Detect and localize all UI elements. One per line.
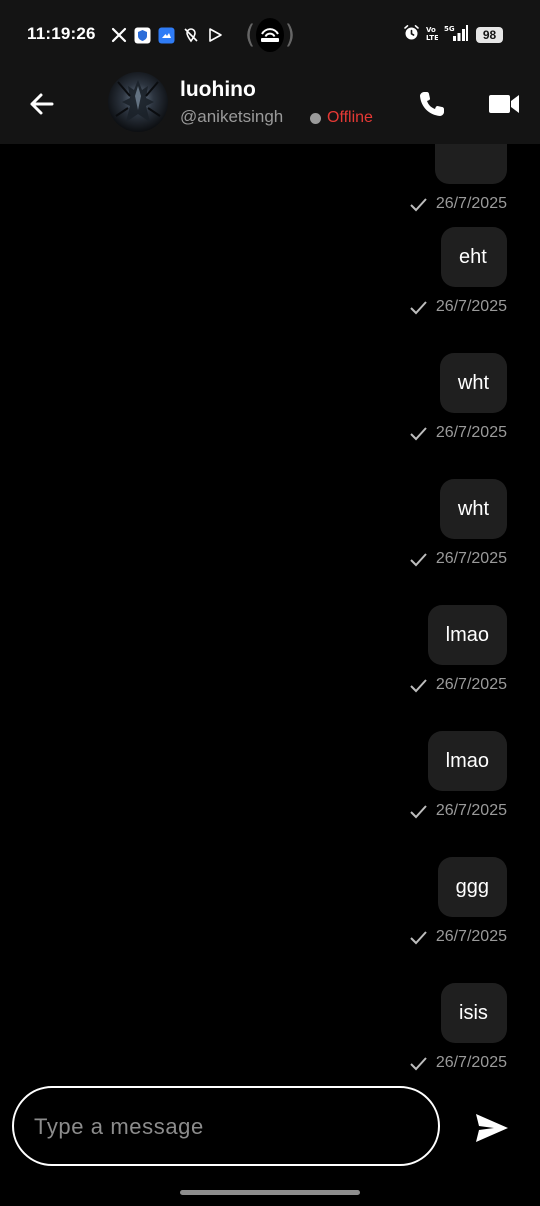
- message-bubble[interactable]: eht: [441, 227, 507, 287]
- sent-check-icon: [409, 424, 428, 443]
- svg-text:Vo: Vo: [426, 26, 436, 34]
- message-meta: 26/7/2025: [409, 549, 507, 569]
- sent-check-icon: [409, 928, 428, 947]
- chat-header: luohino @aniketsingh Offline: [0, 70, 540, 144]
- message-meta: 26/7/2025: [409, 423, 507, 443]
- message-bubble[interactable]: wht: [439, 353, 507, 413]
- send-icon: [476, 1114, 508, 1142]
- message-item: 26/7/2025: [409, 144, 507, 214]
- message-bubble[interactable]: lmao: [427, 731, 507, 791]
- message-meta: 26/7/2025: [409, 927, 507, 947]
- message-meta: 26/7/2025: [409, 194, 507, 214]
- message-item: wht 26/7/2025: [409, 479, 507, 569]
- message-date: 26/7/2025: [435, 550, 507, 567]
- send-button[interactable]: [472, 1108, 512, 1148]
- message-meta: 26/7/2025: [409, 1053, 507, 1073]
- presence-label: Offline: [327, 109, 373, 126]
- message-bubble[interactable]: isis: [441, 983, 507, 1043]
- avatar[interactable]: [108, 72, 168, 132]
- message-item: lmao 26/7/2025: [409, 731, 507, 821]
- message-bubble[interactable]: ggg: [437, 857, 507, 917]
- sent-check-icon: [409, 802, 428, 821]
- svg-text:5G: 5G: [444, 25, 455, 33]
- message-bubble[interactable]: [435, 144, 507, 184]
- message-meta: 26/7/2025: [409, 675, 507, 695]
- contact-handle: @aniketsingh: [180, 107, 284, 126]
- message-meta: 26/7/2025: [409, 801, 507, 821]
- status-bar: 11:19:26 ( ) Vo LTE 5G 98: [0, 0, 540, 70]
- arrow-left-icon: [30, 93, 54, 115]
- cloud-app-icon: [158, 27, 175, 44]
- message-item: isis 26/7/2025: [409, 983, 507, 1073]
- message-input[interactable]: [32, 1088, 426, 1166]
- message-date: 26/7/2025: [435, 1054, 507, 1071]
- play-store-icon: [206, 27, 223, 44]
- message-bubble[interactable]: wht: [439, 479, 507, 539]
- avatar-image: [115, 80, 161, 122]
- sent-check-icon: [409, 195, 428, 214]
- presence-status: Offline: [310, 109, 373, 127]
- message-meta: 26/7/2025: [409, 297, 507, 317]
- message-item: ggg 26/7/2025: [409, 857, 507, 947]
- home-indicator[interactable]: [180, 1190, 360, 1195]
- sent-check-icon: [409, 676, 428, 695]
- status-time: 11:19:26: [27, 24, 96, 43]
- hotspot-indicator: ( ): [245, 18, 295, 52]
- sent-check-icon: [409, 550, 428, 569]
- svg-text:LTE: LTE: [426, 34, 438, 42]
- bracket-right-icon: ): [284, 20, 295, 50]
- alarm-icon: [403, 24, 420, 46]
- video-camera-icon: [489, 95, 519, 113]
- message-item: eht 26/7/2025: [409, 227, 507, 317]
- x-icon: [110, 27, 127, 44]
- message-date: 26/7/2025: [435, 676, 507, 693]
- message-item: wht 26/7/2025: [409, 353, 507, 443]
- notification-icons: [110, 24, 223, 46]
- voice-call-button[interactable]: [414, 86, 450, 122]
- hotspot-icon: [256, 18, 284, 52]
- sent-check-icon: [409, 1054, 428, 1073]
- phone-icon: [420, 92, 444, 116]
- message-date: 26/7/2025: [435, 802, 507, 819]
- message-list[interactable]: 26/7/2025 eht 26/7/2025 wht 26/7/2025 wh…: [0, 144, 540, 1082]
- message-date: 26/7/2025: [435, 298, 507, 315]
- system-status-icons: Vo LTE 5G: [403, 24, 468, 47]
- message-bubble[interactable]: lmao: [427, 605, 507, 665]
- bracket-left-icon: (: [245, 20, 256, 50]
- message-composer: [12, 1086, 440, 1166]
- sent-check-icon: [409, 298, 428, 317]
- back-button[interactable]: [24, 86, 60, 122]
- 5g-signal-icon: 5G: [444, 24, 468, 47]
- shield-app-icon: [134, 27, 151, 44]
- message-date: 26/7/2025: [435, 424, 507, 441]
- video-call-button[interactable]: [486, 86, 522, 122]
- message-date: 26/7/2025: [435, 195, 507, 212]
- presence-dot-icon: [310, 112, 321, 124]
- message-item: lmao 26/7/2025: [409, 605, 507, 695]
- battery-indicator: 98: [476, 27, 503, 43]
- location-off-icon: [182, 27, 199, 44]
- volte-icon: Vo LTE: [426, 24, 439, 47]
- message-date: 26/7/2025: [435, 928, 507, 945]
- contact-name: luohino: [180, 78, 256, 101]
